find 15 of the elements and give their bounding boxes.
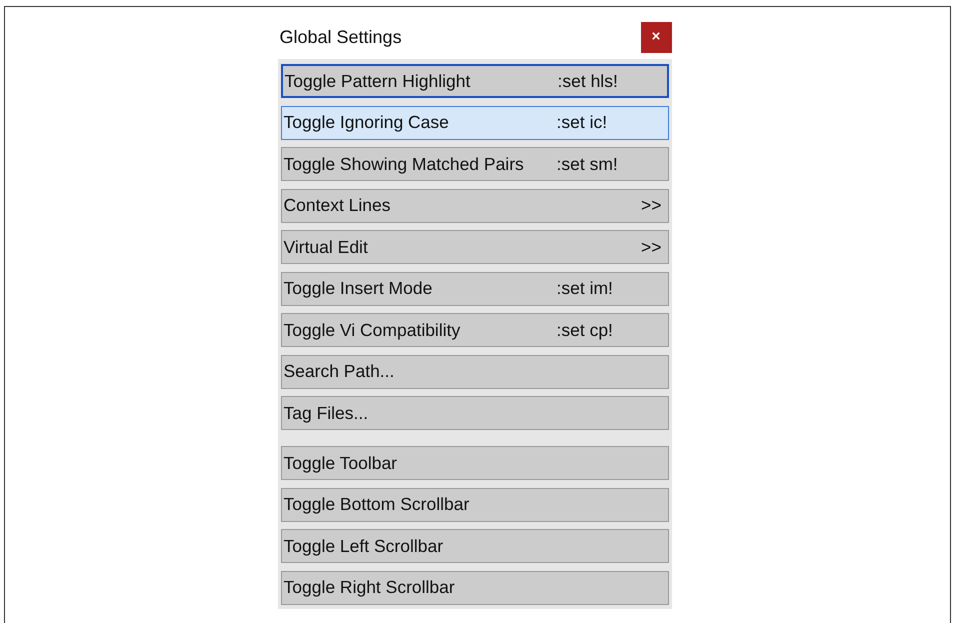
- menu-item[interactable]: Toggle Ignoring Case :set ic!: [280, 106, 668, 140]
- menu-item[interactable]: Virtual Edit >>: [280, 230, 668, 264]
- menu-item[interactable]: Search Path...: [280, 354, 668, 388]
- menu-item[interactable]: Toggle Right Scrollbar: [280, 570, 668, 604]
- menu-item[interactable]: Toggle Pattern Highlight :set hls!: [280, 64, 668, 98]
- menu-item[interactable]: Tag Files...: [280, 396, 668, 430]
- menu-item[interactable]: Toggle Vi Compatibility :set cp!: [280, 313, 668, 347]
- menu-item[interactable]: Toggle Toolbar: [280, 446, 668, 480]
- window-title: Global Settings: [280, 26, 402, 49]
- close-button[interactable]: ×: [640, 22, 672, 52]
- menu-item[interactable]: Toggle Showing Matched Pairs :set sm!: [280, 147, 668, 181]
- menu-item[interactable]: Context Lines >>: [280, 188, 668, 222]
- menu-item[interactable]: Toggle Insert Mode :set im!: [280, 272, 668, 306]
- menu-item[interactable]: Toggle Left Scrollbar: [280, 529, 668, 563]
- menu-item[interactable]: Toggle Bottom Scrollbar: [280, 488, 668, 522]
